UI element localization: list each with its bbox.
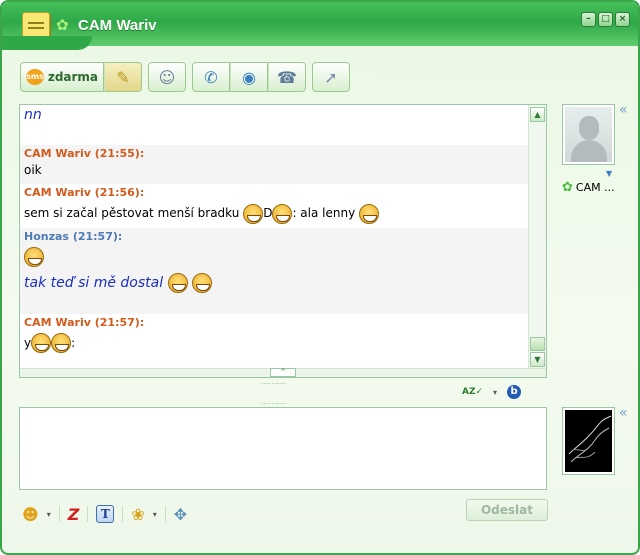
add-contact-icon: ☺ xyxy=(158,67,176,87)
collapse-chevron-up-icon[interactable]: ^ xyxy=(270,368,296,377)
format-tools: AZ✓ ▾ b xyxy=(462,385,522,399)
message-input-box xyxy=(19,407,547,490)
grin-smiley-icon xyxy=(243,203,264,224)
chat-history[interactable]: nn CAM Wariv (21:55): oik CAM Wariv (21:… xyxy=(19,104,547,378)
smiley-icon[interactable]: ☻ xyxy=(22,505,39,524)
message-sender: CAM Wariv (21:57): xyxy=(24,315,145,329)
message-text: y: xyxy=(24,333,524,353)
chat-window: ✿ CAM Wariv – □ × sms zdarma ✎ ☺ ✆ ◉ ☎ ➚… xyxy=(0,0,640,555)
chevron-down-icon[interactable]: ▾ xyxy=(493,388,497,397)
message-list: nn CAM Wariv (21:55): oik CAM Wariv (21:… xyxy=(20,105,528,369)
notes-icon: ✎ xyxy=(116,67,130,87)
file-transfer-icon: ➚ xyxy=(324,67,338,87)
grin-smiley-icon xyxy=(167,272,188,293)
sms-label: zdarma xyxy=(47,70,99,84)
webcam-preview[interactable] xyxy=(562,407,615,475)
webcam-image xyxy=(568,415,612,463)
list-item: nn xyxy=(20,105,528,145)
status-clover-icon: ✿ xyxy=(562,180,573,195)
scroll-down-button[interactable]: ▼ xyxy=(530,352,545,367)
collapse-icon[interactable]: « xyxy=(619,405,628,421)
contact-status[interactable]: ✿ CAM ... xyxy=(562,180,615,195)
title-tab-tail xyxy=(2,36,92,50)
splitter-grip[interactable]: .......... xyxy=(261,377,286,386)
fax-icon: ☎ xyxy=(277,67,297,87)
grin-smiley-icon xyxy=(272,203,293,224)
phone-icon: ✆ xyxy=(204,67,218,87)
splitter-grip[interactable]: .......... xyxy=(261,397,286,406)
message-text: tak teď si mě dostal xyxy=(24,272,524,293)
sms-button[interactable]: sms zdarma xyxy=(20,62,104,92)
notes-button[interactable]: ✎ xyxy=(104,62,142,92)
list-item: CAM Wariv (21:57): y: xyxy=(20,314,528,358)
message-text: nn xyxy=(24,107,42,123)
chevron-down-icon[interactable]: ▾ xyxy=(153,510,157,519)
chat-splitter-bar: ^ xyxy=(20,368,546,377)
window-title: CAM Wariv xyxy=(78,17,157,34)
phone-button[interactable]: ✆ xyxy=(192,62,230,92)
contact-name: CAM ... xyxy=(575,181,615,194)
collapse-icon[interactable]: « xyxy=(619,102,628,118)
window-controls: – □ × xyxy=(581,12,630,27)
title-bar: ✿ CAM Wariv – □ × xyxy=(2,2,638,46)
chevron-down-icon[interactable]: ▾ xyxy=(47,510,51,519)
grin-smiley-icon xyxy=(51,333,72,353)
minimize-button[interactable]: – xyxy=(581,12,596,27)
fax-button[interactable]: ☎ xyxy=(268,62,306,92)
file-transfer-button[interactable]: ➚ xyxy=(312,62,350,92)
sms-icon: sms xyxy=(25,69,44,85)
message-sender: CAM Wariv (21:55): xyxy=(24,147,145,160)
chat-scrollbar[interactable]: ▲ ▼ xyxy=(528,105,546,369)
toolbar: sms zdarma ✎ ☺ ✆ ◉ ☎ ➚ xyxy=(20,62,350,92)
bee-icon[interactable]: ❀ xyxy=(131,505,144,524)
chevron-down-icon[interactable]: ▼ xyxy=(606,169,612,178)
message-sender: CAM Wariv (21:56): xyxy=(24,186,145,199)
list-item: CAM Wariv (21:55): oik xyxy=(20,145,528,184)
grin-smiley-icon xyxy=(359,203,380,224)
close-button[interactable]: × xyxy=(615,12,630,27)
list-item: Honzas (21:57): tak teď si mě dostal xyxy=(20,227,528,314)
grin-smiley-icon xyxy=(31,333,52,353)
message-input[interactable] xyxy=(20,408,546,489)
grin-smiley-icon xyxy=(24,246,44,267)
t-icon[interactable]: T xyxy=(96,505,115,523)
send-button[interactable]: Odeslat xyxy=(466,499,548,521)
scroll-thumb[interactable] xyxy=(530,337,545,351)
z-icon[interactable]: Z xyxy=(68,505,80,524)
list-item: CAM Wariv (21:56): sem si začal pěstovat… xyxy=(20,184,528,228)
note-icon xyxy=(22,12,50,38)
scroll-up-button[interactable]: ▲ xyxy=(530,107,545,122)
webcam-button[interactable]: ◉ xyxy=(230,62,268,92)
bottom-toolbar: ☻ ▾ Z T ❀ ▾ ✥ xyxy=(22,501,187,527)
webcam-icon: ◉ xyxy=(242,67,256,87)
b-icon[interactable]: b xyxy=(507,385,522,399)
message-sender: Honzas (21:57): xyxy=(24,229,123,243)
maximize-button[interactable]: □ xyxy=(598,12,613,27)
avatar[interactable] xyxy=(562,104,615,165)
az-check-icon[interactable]: AZ✓ xyxy=(462,387,483,397)
status-clover-icon: ✿ xyxy=(56,16,69,34)
add-contact-button[interactable]: ☺ xyxy=(148,62,186,92)
grin-smiley-icon xyxy=(192,272,213,293)
message-text: sem si začal pěstovat menší bradku D: al… xyxy=(24,203,524,224)
gamepad-icon[interactable]: ✥ xyxy=(174,505,187,524)
message-text: oik xyxy=(24,163,42,177)
